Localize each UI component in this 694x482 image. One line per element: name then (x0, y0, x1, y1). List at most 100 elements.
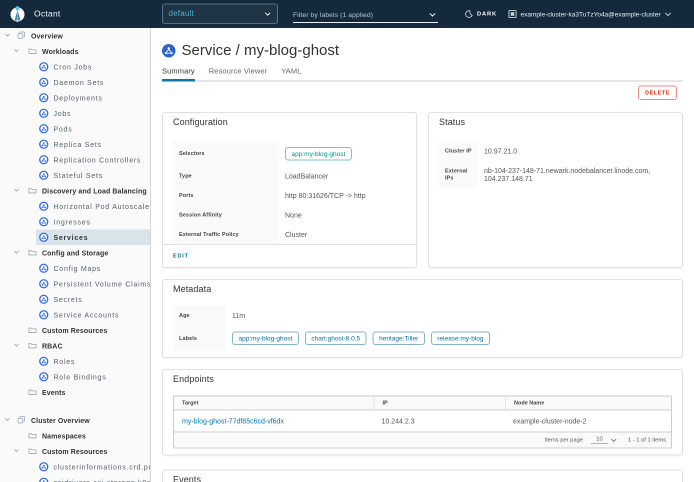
column-header-target[interactable]: Target (174, 397, 374, 410)
resource-icon (39, 357, 49, 367)
table-body: my-blog-ghost-77df85c6cd-vf6dx10.244.2.3… (174, 411, 671, 432)
summary-value: app:my-blog-ghost (279, 141, 406, 166)
sidebar-item-clusterinformations-crd-projec[interactable]: clusterinformations.crd.projec (0, 459, 150, 475)
chevron-down-icon[interactable] (13, 248, 22, 257)
sidebar-item-jobs[interactable]: Jobs (0, 106, 150, 122)
status-table: Cluster IP10.97.21.0External IPsnb-104-2… (439, 141, 672, 188)
tab-yaml[interactable]: YAML (281, 67, 301, 81)
sidebar-item-roles[interactable]: Roles (0, 354, 150, 370)
card-title: Configuration (173, 117, 406, 128)
page-size-select[interactable]: 10 (591, 436, 617, 444)
card-title: Events (173, 475, 672, 482)
folder-icon (28, 387, 38, 397)
card-row: Events (162, 470, 683, 482)
summary-row: Cluster IP10.97.21.0 (439, 141, 672, 161)
label-tag[interactable]: release:my-blog (431, 332, 490, 346)
octant-logo[interactable] (8, 5, 27, 24)
resource-icon (39, 372, 49, 382)
folder-icon (28, 46, 38, 56)
sidebar-item-replica-sets[interactable]: Replica Sets (0, 137, 150, 153)
chevron-down-icon[interactable] (13, 186, 22, 195)
label-tag[interactable]: app:my-blog-ghost (232, 332, 299, 346)
endpoints-pagination: Items per page 10 1 - 1 of 1 items (174, 432, 671, 448)
card-row: Metadata Age11mLabelsapp:my-blog-ghostch… (162, 279, 683, 358)
sidebar-item-stateful-sets[interactable]: Stateful Sets (0, 168, 150, 184)
events-card: Events (162, 470, 683, 482)
card-title: Endpoints (173, 374, 672, 385)
sidebar-item-rbac[interactable]: RBAC (0, 338, 150, 354)
resource-icon (39, 295, 49, 305)
resource-icon (39, 202, 49, 212)
chevron-down-icon[interactable] (4, 31, 13, 40)
summary-key: External IPs (439, 161, 478, 189)
namespace-value: default (169, 9, 265, 18)
cluster-icon (508, 10, 517, 19)
cluster-selector[interactable]: example-cluster-ka3TuTzYo4a@example-clus… (508, 0, 672, 28)
app-name: Octant (34, 9, 61, 19)
column-header-node-name[interactable]: Node Name (505, 397, 671, 410)
chevron-down-icon[interactable] (4, 416, 13, 425)
sidebar-item-ingresses[interactable]: Ingresses (0, 214, 150, 230)
chevron-down-icon[interactable] (13, 341, 22, 350)
summary-value: LoadBalancer (279, 166, 406, 186)
sidebar-item-secrets[interactable]: Secrets (0, 292, 150, 308)
sidebar-item-events[interactable]: Events (0, 385, 150, 401)
sidebar-item-role-bindings[interactable]: Role Bindings (0, 369, 150, 385)
summary-key: Ports (173, 186, 279, 206)
chevron-down-icon[interactable] (13, 47, 22, 56)
sidebar-item-label: Roles (54, 357, 76, 365)
sidebar-item-overview[interactable]: Overview (0, 28, 150, 44)
tab-resource-viewer[interactable]: Resource Viewer (209, 67, 267, 81)
resource-icon (39, 78, 49, 88)
summary-row: TypeLoadBalancer (173, 166, 406, 186)
chevron-down-icon[interactable] (13, 447, 22, 456)
sidebar-item-config-maps[interactable]: Config Maps (0, 261, 150, 277)
sidebar-item-pods[interactable]: Pods (0, 121, 150, 137)
label-filter-text: Filter by labels (1 applied) (293, 11, 429, 19)
label-filter-input[interactable]: Filter by labels (1 applied) (293, 7, 438, 23)
delete-button[interactable]: DELETE (638, 86, 677, 101)
items-per-page-label: Items per page (545, 437, 583, 443)
summary-value: 11m (226, 306, 672, 326)
sidebar-item-workloads[interactable]: Workloads (0, 44, 150, 60)
summary-row: Portshttp 80:31626/TCP -> http (173, 186, 406, 206)
sidebar-item-discovery-and-load-balancing[interactable]: Discovery and Load Balancing (0, 183, 150, 199)
sidebar-item-label: Daemon Sets (54, 78, 105, 86)
theme-toggle-button[interactable]: DARK (465, 0, 497, 28)
sidebar-item-custom-resources[interactable]: Custom Resources (0, 444, 150, 460)
sidebar-item-persistent-volume-claims[interactable]: Persistent Volume Claims (0, 276, 150, 292)
tab-summary[interactable]: Summary (162, 67, 195, 81)
table-row: my-blog-ghost-77df85c6cd-vf6dx10.244.2.3… (174, 411, 671, 432)
sidebar-item-cron-jobs[interactable]: Cron Jobs (0, 59, 150, 75)
column-header-ip[interactable]: IP (374, 397, 506, 410)
sidebar-item-cluster-overview[interactable]: Cluster Overview (0, 413, 150, 429)
sidebar-item-deployments[interactable]: Deployments (0, 90, 150, 106)
label-tag[interactable]: heritage:Tiller (373, 332, 425, 346)
sidebar-item-label: Discovery and Load Balancing (42, 187, 147, 195)
sidebar-item-csidrivers-csi-storage-k8s-io[interactable]: csidrivers.csi.storage.k8s.io (0, 475, 150, 482)
sidebar-item-config-and-storage[interactable]: Config and Storage (0, 245, 150, 261)
sidebar-item-custom-resources[interactable]: Custom Resources (0, 323, 150, 339)
resource-icon (39, 109, 49, 119)
sidebar-item-replication-controllers[interactable]: Replication Controllers (0, 152, 150, 168)
sidebar-item-services[interactable]: Services (0, 230, 150, 246)
summary-value: 10.97.21.0 (478, 141, 672, 161)
resource-icon (39, 93, 49, 103)
summary-key: Labels (173, 326, 226, 352)
sidebar-item-label: Services (54, 233, 89, 241)
sidebar-item-daemon-sets[interactable]: Daemon Sets (0, 75, 150, 91)
namespace-select[interactable]: default (162, 4, 278, 25)
summary-value: http 80:31626/TCP -> http (279, 186, 406, 206)
sidebar-item-namespaces[interactable]: Namespaces (0, 428, 150, 444)
chevron-down-icon (665, 12, 672, 17)
sidebar-group-gap (0, 400, 150, 413)
label-tag[interactable]: chart:ghost-8.0.5 (305, 332, 367, 346)
sidebar-item-service-accounts[interactable]: Service Accounts (0, 307, 150, 323)
label-tag[interactable]: app:my-blog-ghost (285, 147, 352, 161)
page-title: Service / my-blog-ghost (182, 42, 340, 59)
sidebar-item-horizontal-pod-autoscalers[interactable]: Horizontal Pod Autoscalers (0, 199, 150, 215)
sidebar-nav: Overview WorkloadsCron Jobs Daemon Sets Dep… (0, 28, 151, 482)
edit-link[interactable]: EDIT (173, 253, 189, 259)
endpoint-target-link[interactable]: my-blog-ghost-77df85c6cd-vf6dx (182, 417, 284, 425)
sidebar-item-label: Overview (31, 32, 63, 40)
